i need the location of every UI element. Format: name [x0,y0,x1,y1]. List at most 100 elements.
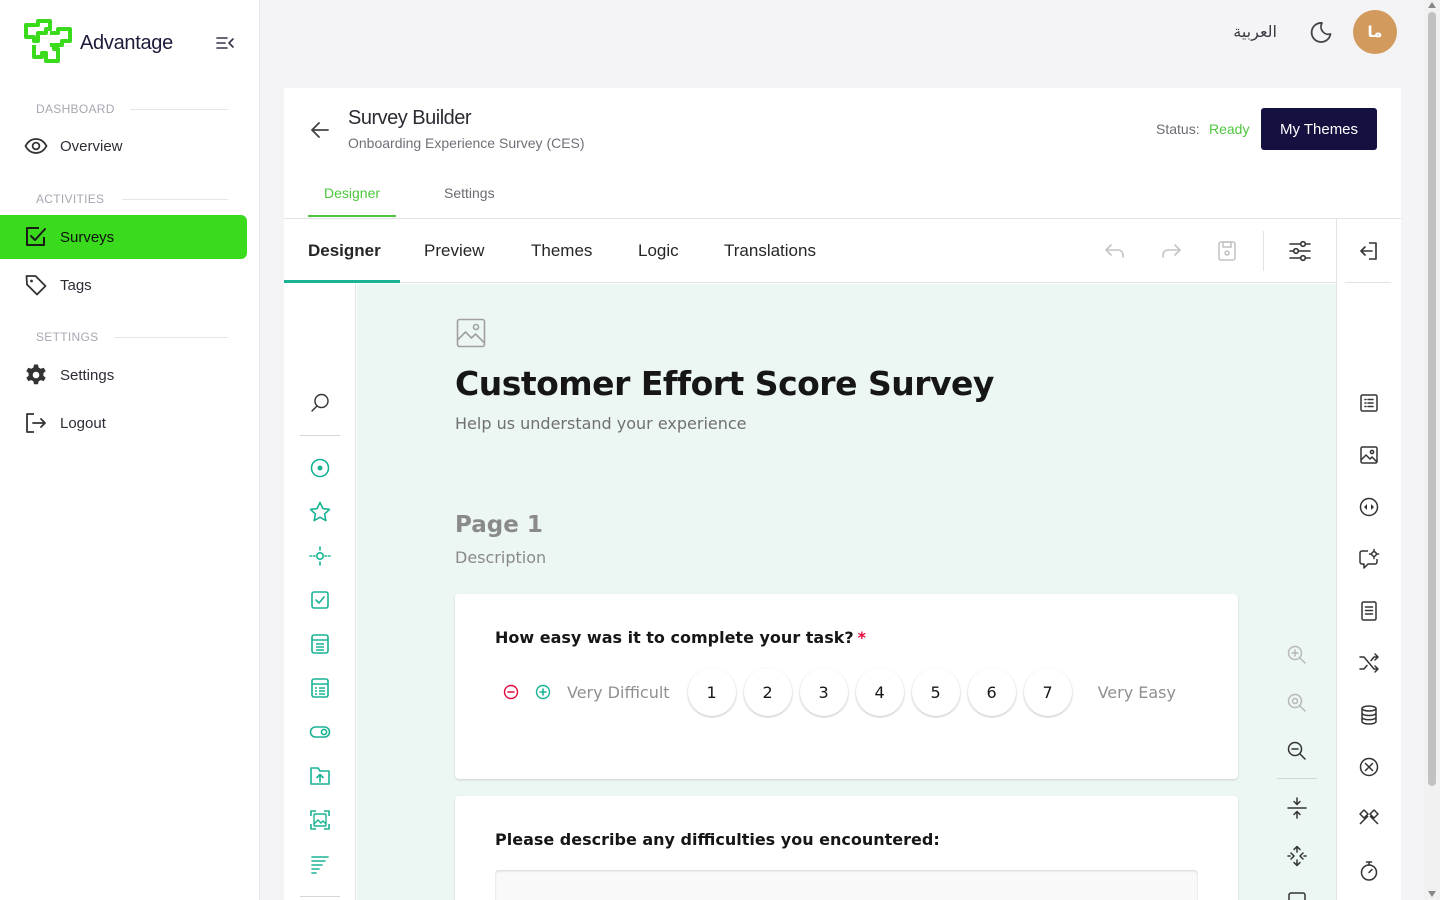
required-mark: * [857,628,867,647]
scrollbar-thumb[interactable] [1428,12,1436,786]
question-settings-tab[interactable] [1357,547,1381,571]
back-button[interactable] [308,118,332,142]
page-description[interactable]: Description [455,548,546,567]
toolbox-item-slider[interactable] [308,544,332,568]
avatar[interactable]: ما [1353,10,1397,54]
undo-button[interactable] [1103,239,1127,263]
sidebar-item-logout[interactable]: Logout [0,401,247,445]
tab-settings[interactable]: Settings [444,185,495,201]
collapse-sidebar-button[interactable] [214,33,236,53]
page-scrollbar[interactable] [1424,0,1440,900]
ranking-icon [311,856,329,874]
collapse-panel-button[interactable] [1357,239,1381,263]
rating-item[interactable]: 2 [743,668,792,716]
survey-title[interactable]: Customer Effort Score Survey [455,364,994,403]
section-label-settings: SETTINGS [36,330,99,344]
rating-item[interactable]: 3 [799,668,848,716]
sidebar-item-tags[interactable]: Tags [0,263,247,307]
creator-tab-themes[interactable]: Themes [531,241,592,261]
sidebar-item-label: Overview [60,137,123,155]
zoom-reset-button[interactable] [1285,691,1309,715]
section-divider [130,109,228,110]
toolbox-item-tagbox[interactable] [308,676,332,700]
toolbox-item-checkbox[interactable] [308,588,332,612]
rating-item[interactable]: 5 [911,668,960,716]
creator-tab-logic[interactable]: Logic [638,241,679,261]
data-properties-tab[interactable] [1357,703,1381,727]
dark-mode-toggle[interactable] [1308,19,1334,45]
lock-question-button[interactable] [1285,888,1309,900]
question-card-rating[interactable]: How easy was it to complete your task? * … [455,594,1238,779]
sidebar-item-settings[interactable]: Settings [0,353,247,397]
plus-circle-icon [535,684,551,700]
flags-icon [1359,809,1379,825]
rating-item[interactable]: 6 [967,668,1016,716]
lock-icon [1288,892,1306,900]
scroll-up-arrow[interactable] [1428,2,1436,8]
save-button[interactable] [1215,239,1239,263]
collapse-all-button[interactable] [1285,796,1309,820]
image-icon [456,318,486,348]
property-grid-toggle[interactable] [1288,239,1312,263]
timer-properties-tab[interactable] [1357,859,1381,883]
general-properties-tab[interactable] [1357,391,1381,415]
rating-max-label[interactable]: Very Easy [1098,683,1176,702]
star-icon [309,501,331,522]
remove-rate-value-button[interactable] [495,670,527,714]
expand-all-button[interactable] [1285,844,1309,868]
property-tabs-panel [1336,219,1401,900]
add-rate-value-button[interactable] [527,670,559,714]
survey-description[interactable]: Help us understand your experience [455,414,747,433]
tag-icon [24,273,48,297]
section-label-activities: ACTIVITIES [36,192,105,206]
question-toolbox [284,284,356,900]
zoom-reset-icon [1287,693,1306,712]
survey-builder-card: Survey Builder Onboarding Experience Sur… [284,88,1401,900]
toolbox-item-file[interactable] [308,764,332,788]
section-divider [114,337,228,338]
checkbox-icon [311,591,329,609]
app-logo[interactable]: Advantage [24,18,236,68]
pages-properties-tab[interactable] [1357,599,1381,623]
tab-designer[interactable]: Designer [324,185,380,201]
zoom-out-button[interactable] [1285,739,1309,763]
redo-button[interactable] [1159,239,1183,263]
rating-item[interactable]: 4 [855,668,904,716]
toolbox-item-ranking[interactable] [308,852,332,876]
toolbox-item-boolean[interactable] [308,720,332,744]
question-title[interactable]: Please describe any difficulties you enc… [495,830,940,849]
zoom-in-button[interactable] [1285,643,1309,667]
showing-on-completion-tab[interactable] [1357,807,1381,831]
rating-item[interactable]: 1 [687,668,736,716]
toolbox-item-imagepicker[interactable] [308,808,332,832]
sidebar-item-surveys[interactable]: Surveys [0,215,247,259]
scroll-down-arrow[interactable] [1428,891,1436,897]
validation-properties-tab[interactable] [1357,755,1381,779]
zoom-divider [1277,778,1317,779]
design-surface: Customer Effort Score Survey Help us und… [357,284,1336,900]
panel-divider [1345,282,1391,283]
sidebar-item-overview[interactable]: Overview [0,124,247,168]
sidebar-item-label: Logout [60,414,106,432]
slider-icon [309,546,331,566]
question-title[interactable]: How easy was it to complete your task? * [495,628,866,647]
creator-tab-preview[interactable]: Preview [424,241,484,261]
logo-properties-tab[interactable] [1357,443,1381,467]
rating-item[interactable]: 7 [1023,668,1072,716]
my-themes-button[interactable]: My Themes [1261,108,1377,150]
comment-textarea[interactable] [495,870,1198,900]
language-switch[interactable]: العربية [1233,22,1277,41]
creator-tab-translations[interactable]: Translations [724,241,816,261]
page-title[interactable]: Page 1 [455,512,543,538]
add-logo-button[interactable] [455,317,487,349]
question-card-comment[interactable]: Please describe any difficulties you enc… [455,796,1238,900]
logic-properties-tab[interactable] [1357,651,1381,675]
rating-min-label[interactable]: Very Difficult [567,683,670,702]
list-icon [1360,394,1378,412]
navigation-properties-tab[interactable] [1357,495,1381,519]
toolbox-item-radiogroup[interactable] [308,456,332,480]
toolbox-item-dropdown[interactable] [308,632,332,656]
creator-tab-designer[interactable]: Designer [308,241,381,261]
toolbox-search-button[interactable] [308,391,332,415]
toolbox-item-rating[interactable] [308,500,332,524]
